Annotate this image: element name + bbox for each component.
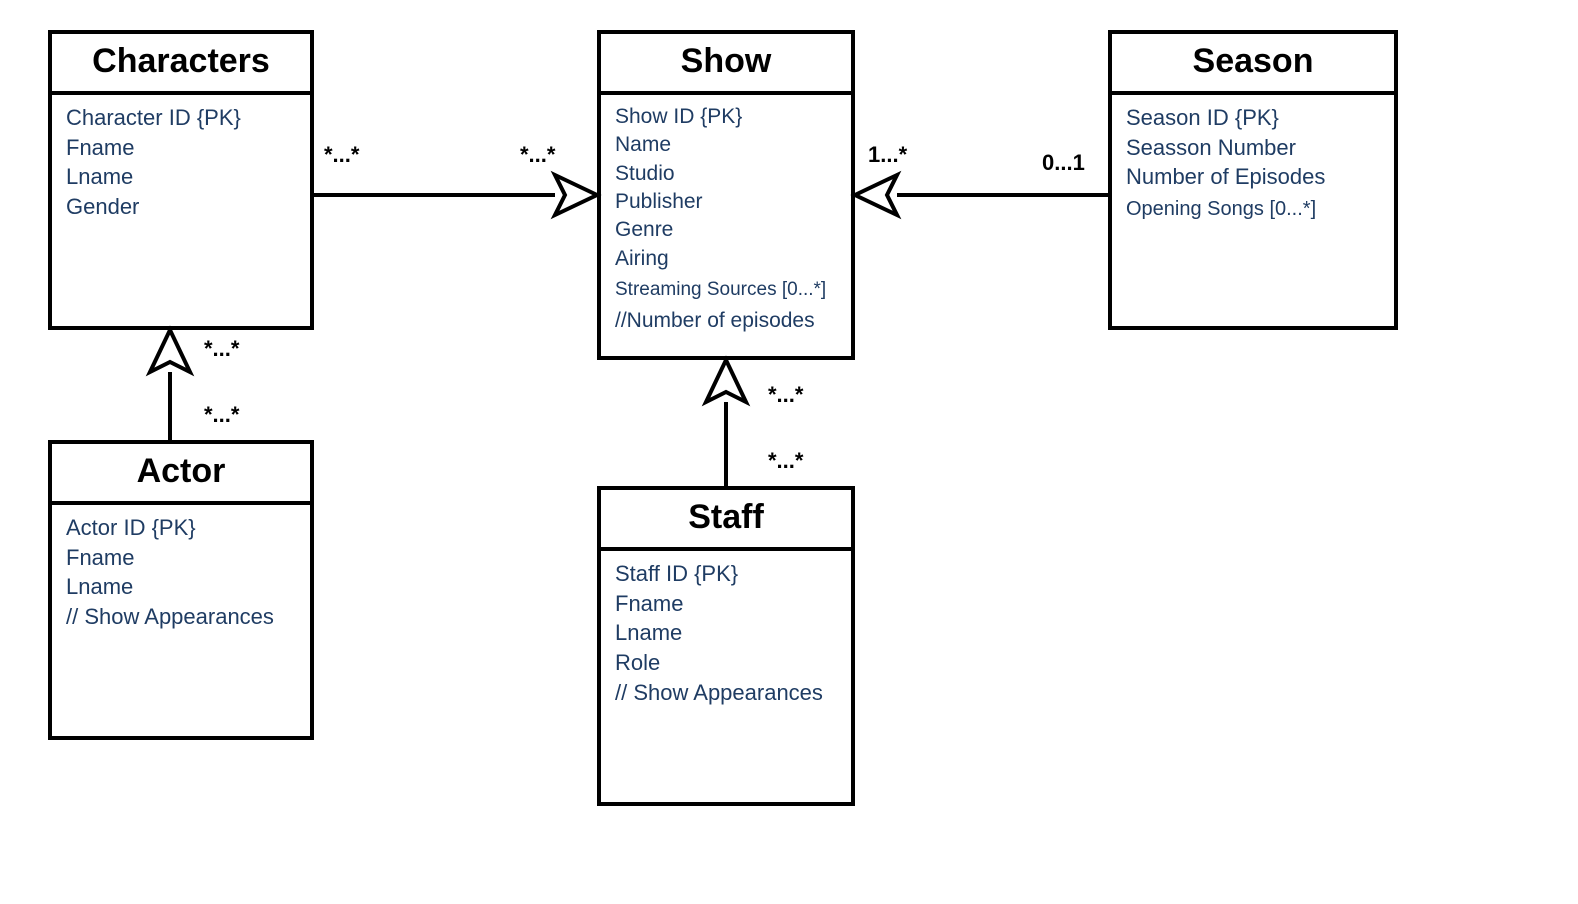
entity-show: Show Show ID {PK} Name Studio Publisher … <box>597 30 855 360</box>
attr: Studio <box>615 160 837 188</box>
attr: Staff ID {PK} <box>615 559 837 589</box>
entity-staff-body: Staff ID {PK} Fname Lname Role // Show A… <box>601 551 851 715</box>
entity-actor-body: Actor ID {PK} Fname Lname // Show Appear… <box>52 505 310 640</box>
attr: Fname <box>66 133 296 163</box>
attr: Show ID {PK} <box>615 103 837 131</box>
attr: Gender <box>66 192 296 222</box>
attr: //Number of episodes <box>615 303 837 335</box>
attr: Lname <box>615 618 837 648</box>
entity-staff: Staff Staff ID {PK} Fname Lname Role // … <box>597 486 855 806</box>
attr: Role <box>615 648 837 678</box>
attr: Name <box>615 131 837 159</box>
attr: Season ID {PK} <box>1126 103 1380 133</box>
attr: Fname <box>615 589 837 619</box>
attr: Genre <box>615 216 837 244</box>
attr: Lname <box>66 572 296 602</box>
entity-show-title: Show <box>601 34 851 95</box>
attr: Fname <box>66 543 296 573</box>
attr: Airing <box>615 245 837 273</box>
attr: Actor ID {PK} <box>66 513 296 543</box>
entity-characters-body: Character ID {PK} Fname Lname Gender <box>52 95 310 230</box>
mult-label: *...* <box>204 402 239 428</box>
entity-characters-title: Characters <box>52 34 310 95</box>
mult-label: 1...* <box>868 142 907 168</box>
attr: Character ID {PK} <box>66 103 296 133</box>
entity-actor-title: Actor <box>52 444 310 505</box>
mult-label: *...* <box>204 336 239 362</box>
attr: // Show Appearances <box>615 678 837 708</box>
attr: // Show Appearances <box>66 602 296 632</box>
mult-label: *...* <box>324 142 359 168</box>
attr: Seasson Number <box>1126 133 1380 163</box>
attr: Lname <box>66 162 296 192</box>
attr: Publisher <box>615 188 837 216</box>
mult-label: 0...1 <box>1042 150 1085 176</box>
entity-season: Season Season ID {PK} Seasson Number Num… <box>1108 30 1398 330</box>
attr: Streaming Sources [0...*] <box>615 273 837 303</box>
entity-characters: Characters Character ID {PK} Fname Lname… <box>48 30 314 330</box>
mult-label: *...* <box>520 142 555 168</box>
attr: Opening Songs [0...*] <box>1126 192 1380 223</box>
entity-staff-title: Staff <box>601 490 851 551</box>
mult-label: *...* <box>768 382 803 408</box>
entity-season-title: Season <box>1112 34 1394 95</box>
entity-show-body: Show ID {PK} Name Studio Publisher Genre… <box>601 95 851 343</box>
entity-actor: Actor Actor ID {PK} Fname Lname // Show … <box>48 440 314 740</box>
entity-season-body: Season ID {PK} Seasson Number Number of … <box>1112 95 1394 231</box>
mult-label: *...* <box>768 448 803 474</box>
attr: Number of Episodes <box>1126 162 1380 192</box>
